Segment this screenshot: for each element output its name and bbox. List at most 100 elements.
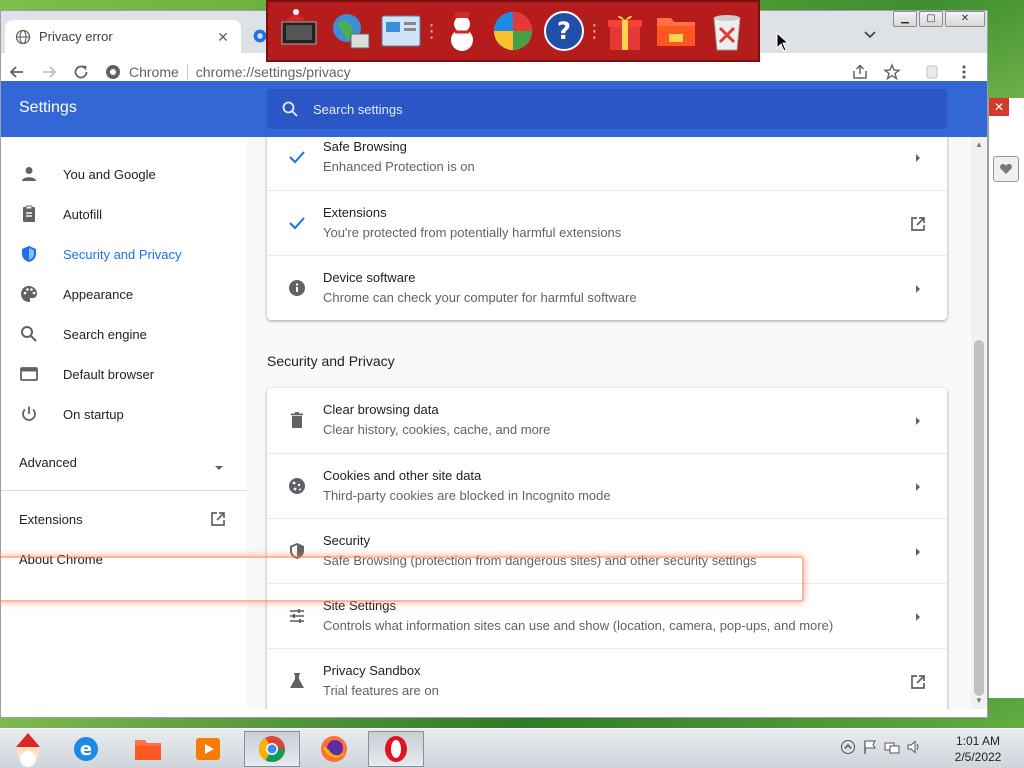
row-device-software[interactable]: Device software Chrome can check your co… — [267, 255, 947, 320]
tab-title: Privacy error — [39, 29, 113, 44]
control-panel-icon[interactable] — [378, 5, 425, 57]
opera-icon[interactable] — [368, 731, 424, 767]
settings-sidebar: You and Google Autofill Security and Pri… — [1, 137, 247, 709]
snowman-icon[interactable] — [439, 5, 486, 57]
cookie-icon — [287, 476, 307, 496]
row-cookies[interactable]: Cookies and other site data Third-party … — [267, 453, 947, 518]
windows-logo-icon[interactable] — [490, 5, 537, 57]
christmas-computer-icon[interactable] — [276, 5, 323, 57]
row-clear-browsing-data[interactable]: Clear browsing data Clear history, cooki… — [267, 388, 947, 453]
close-icon[interactable]: ✕ — [989, 98, 1009, 116]
scrollbar[interactable]: ▲ ▼ — [971, 137, 987, 709]
tray-arrow-icon[interactable] — [840, 739, 856, 755]
file-explorer-icon[interactable] — [120, 731, 176, 767]
flag-icon[interactable] — [862, 739, 878, 755]
sidebar-item-autofill[interactable]: Autofill — [1, 194, 247, 234]
chrome-taskbar-icon[interactable] — [244, 731, 300, 767]
scroll-down-arrow-icon[interactable]: ▼ — [974, 697, 984, 705]
globe-icon — [15, 29, 31, 45]
sidebar-item-label: Default browser — [63, 366, 155, 382]
sidebar-item-label: Appearance — [63, 286, 134, 302]
sidebar-item-label: Extensions — [19, 511, 83, 527]
minimize-button[interactable]: ▁ — [893, 11, 917, 27]
arrow-right-icon[interactable] — [909, 543, 927, 561]
desktop-icon-bar: ⋮ ? ⋮ — [266, 0, 760, 62]
row-extensions[interactable]: Extensions You're protected from potenti… — [267, 190, 947, 255]
shield-icon — [287, 541, 307, 561]
network-icon[interactable] — [884, 739, 900, 755]
clock[interactable]: 1:01 AM 2/5/2022 — [940, 733, 1016, 765]
open-external-icon[interactable] — [909, 673, 927, 691]
taskbar: e 1:01 AM 2/5/2022 — [0, 728, 1024, 768]
shield-icon — [19, 244, 39, 264]
extension-icon[interactable] — [921, 61, 943, 83]
chevron-down-icon[interactable] — [861, 28, 879, 42]
sidebar-item-appearance[interactable]: Appearance — [1, 274, 247, 314]
arrow-right-icon[interactable] — [909, 478, 927, 496]
security-privacy-card: Clear browsing data Clear history, cooki… — [267, 388, 947, 709]
help-icon[interactable]: ? — [540, 5, 587, 57]
arrow-right-icon[interactable] — [909, 280, 927, 298]
bookmark-star-icon[interactable] — [881, 61, 903, 83]
search-icon — [19, 324, 39, 344]
scroll-thumb[interactable] — [974, 340, 984, 696]
triangle-down-icon — [213, 459, 225, 470]
row-title: Privacy Sandbox — [323, 663, 421, 678]
open-external-icon[interactable] — [909, 215, 927, 233]
sidebar-item-about-chrome[interactable]: About Chrome — [1, 539, 247, 579]
sidebar-item-search-engine[interactable]: Search engine — [1, 314, 247, 354]
share-icon[interactable] — [849, 61, 871, 83]
sidebar-advanced-label: Advanced — [19, 454, 77, 470]
close-icon[interactable]: ✕ — [215, 29, 231, 45]
row-title: Device software — [323, 270, 416, 285]
menu-dots-icon[interactable] — [953, 61, 975, 83]
row-title: Cookies and other site data — [323, 468, 482, 483]
firefox-icon[interactable] — [306, 731, 362, 767]
window-close-button[interactable]: ✕ — [945, 11, 985, 27]
open-external-icon[interactable] — [209, 510, 227, 528]
row-subtitle: Chrome can check your computer for harmf… — [323, 290, 637, 305]
sidebar-advanced[interactable]: Advanced — [1, 442, 247, 482]
search-icon — [281, 100, 299, 118]
chrome-site-icon — [105, 64, 121, 80]
volume-icon[interactable] — [906, 739, 922, 755]
separator: ⋮ — [585, 20, 604, 41]
heart-icon[interactable] — [993, 156, 1019, 182]
svg-text:e: e — [80, 739, 92, 760]
row-title: Clear browsing data — [323, 402, 439, 417]
network-globe-icon[interactable] — [327, 5, 374, 57]
flask-icon — [287, 671, 307, 691]
sidebar-item-label: On startup — [63, 406, 124, 422]
sidebar-item-default-browser[interactable]: Default browser — [1, 354, 247, 394]
sidebar-item-label: Autofill — [63, 206, 103, 222]
row-site-settings[interactable]: Site Settings Controls what information … — [267, 583, 947, 648]
browser-window: Privacy error ✕ ▁ ▢ ✕ Chrome chrome://se… — [0, 10, 988, 718]
arrow-right-icon[interactable] — [909, 412, 927, 430]
site-chip: Chrome — [129, 64, 188, 80]
gift-icon[interactable] — [601, 5, 648, 57]
row-subtitle: Third-party cookies are blocked in Incog… — [323, 488, 611, 503]
row-subtitle: Enhanced Protection is on — [323, 159, 475, 174]
scroll-up-arrow-icon[interactable]: ▲ — [974, 141, 984, 149]
internet-explorer-icon[interactable]: e — [58, 731, 114, 767]
start-santa-icon[interactable] — [0, 731, 56, 767]
maximize-button[interactable]: ▢ — [919, 11, 943, 27]
row-security[interactable]: Security Safe Browsing (protection from … — [267, 518, 947, 583]
row-privacy-sandbox[interactable]: Privacy Sandbox Trial features are on — [267, 648, 947, 709]
sidebar-item-you-and-google[interactable]: You and Google — [1, 154, 247, 194]
separator: ⋮ — [422, 20, 441, 41]
row-subtitle: Trial features are on — [323, 683, 439, 698]
sidebar-item-on-startup[interactable]: On startup — [1, 394, 247, 434]
media-player-icon[interactable] — [180, 731, 236, 767]
recycle-bin-icon[interactable] — [703, 5, 750, 57]
arrow-right-icon[interactable] — [909, 608, 927, 626]
row-safe-browsing[interactable]: Safe Browsing Enhanced Protection is on — [267, 137, 947, 190]
tab-privacy-error[interactable]: Privacy error ✕ — [5, 20, 241, 53]
arrow-right-icon[interactable] — [909, 149, 927, 167]
folder-icon[interactable] — [652, 5, 699, 57]
sidebar-item-security-and-privacy[interactable]: Security and Privacy — [1, 234, 247, 274]
check-icon — [287, 147, 307, 167]
info-icon — [287, 278, 307, 298]
search-input[interactable]: Search settings — [267, 89, 947, 129]
row-title: Site Settings — [323, 598, 396, 613]
